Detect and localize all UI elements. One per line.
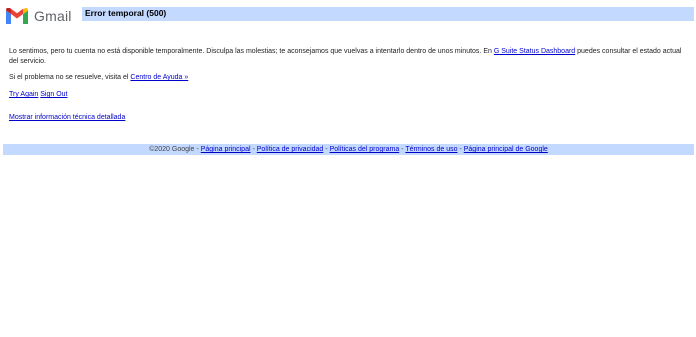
footer-separator: - [325, 146, 328, 153]
help-message: Si el problema no se resuelve, visita el… [9, 73, 188, 83]
footer-link-program-policies[interactable]: Políticas del programa [330, 146, 400, 153]
footer-link-home[interactable]: Página principal [201, 146, 251, 153]
footer-separator: - [196, 146, 199, 153]
error-message-en: En [483, 48, 492, 55]
gmail-wordmark: Gmail [34, 8, 72, 24]
footer-link-terms[interactable]: Términos de uso [405, 146, 457, 153]
error-message-text: Lo sentimos, pero tu cuenta no está disp… [9, 48, 482, 55]
help-center-link[interactable]: Centro de Ayuda » [130, 74, 188, 81]
footer-copyright: ©2020 Google [149, 146, 195, 153]
show-tech-info-link[interactable]: Mostrar información técnica detallada [9, 114, 125, 121]
title-bar: Error temporal (500) [82, 7, 694, 21]
actions: Try Again Sign Out [9, 90, 68, 100]
help-message-text: Si el problema no se resuelve, visita el [9, 74, 129, 81]
error-message: Lo sentimos, pero tu cuenta no está disp… [9, 47, 689, 67]
gmail-logo: Gmail [6, 7, 72, 25]
gmail-m-icon [6, 8, 28, 24]
footer-separator: - [459, 146, 462, 153]
footer-link-privacy[interactable]: Política de privacidad [257, 146, 324, 153]
status-dashboard-link[interactable]: G Suite Status Dashboard [494, 48, 575, 55]
footer: ©2020 Google - Página principal - Políti… [3, 144, 694, 155]
sign-out-link[interactable]: Sign Out [40, 91, 67, 98]
footer-separator: - [401, 146, 404, 153]
footer-link-google-home[interactable]: Página principal de Google [464, 146, 548, 153]
try-again-link[interactable]: Try Again [9, 91, 38, 98]
page-title: Error temporal (500) [85, 8, 167, 18]
footer-separator: - [252, 146, 255, 153]
tech-details: Mostrar información técnica detallada [9, 113, 125, 123]
